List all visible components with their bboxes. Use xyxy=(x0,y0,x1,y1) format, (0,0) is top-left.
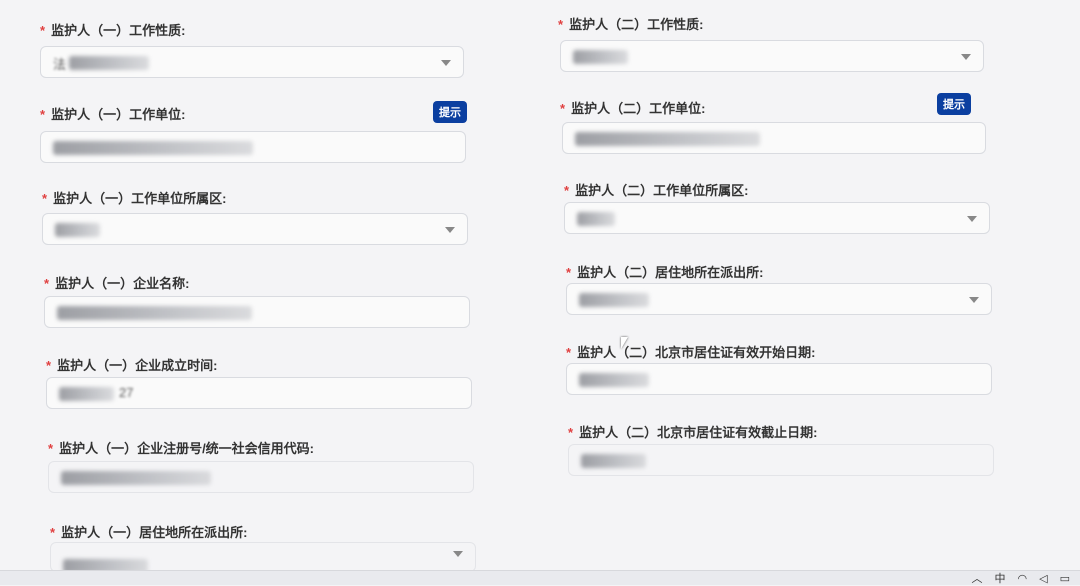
field-label: * 监护人（二）工作性质: xyxy=(558,17,704,32)
field-label: * 监护人（二）工作单位所属区: xyxy=(564,183,749,198)
required-asterisk: * xyxy=(40,23,46,38)
field-label: * 监护人（二）北京市居住证有效截止日期: xyxy=(568,425,818,440)
police-station-select-1[interactable] xyxy=(50,542,476,573)
residence-permit-start-date-input[interactable] xyxy=(566,363,992,395)
ime-indicator[interactable]: 中 xyxy=(995,570,1006,586)
chevron-down-icon xyxy=(453,551,463,557)
police-station-select-2[interactable] xyxy=(566,283,992,315)
wifi-icon[interactable]: ◠ xyxy=(1018,572,1028,585)
work-nature-select-1[interactable]: 法 xyxy=(40,46,464,78)
company-founded-date-input-1[interactable]: 27 xyxy=(46,377,472,409)
field-label: * 监护人（二）北京市居住证有效开始日期: xyxy=(566,345,816,360)
field-label: * 监护人（一）工作单位所属区: xyxy=(42,191,227,206)
taskbar: ︿ 中 ◠ ◁ ▭ xyxy=(0,570,1080,585)
field-label: * 监护人（一）企业成立时间: xyxy=(46,358,218,373)
chevron-down-icon xyxy=(967,216,977,222)
work-nature-select-2[interactable] xyxy=(560,40,984,72)
field-label: * 监护人（一）工作性质: xyxy=(40,23,186,38)
field-label: * 监护人（一）企业注册号/统一社会信用代码: xyxy=(48,441,315,456)
hint-button-1[interactable]: 提示 xyxy=(433,101,467,123)
system-tray: ︿ 中 ◠ ◁ ▭ xyxy=(972,570,1070,586)
chevron-down-icon xyxy=(969,297,979,303)
company-name-input-1[interactable] xyxy=(44,296,470,328)
residence-permit-end-date-input[interactable] xyxy=(568,444,994,476)
work-district-select-2[interactable] xyxy=(564,202,990,234)
field-label: * 监护人（一）企业名称: xyxy=(44,276,190,291)
field-label: * 监护人（一）工作单位: xyxy=(40,107,186,122)
work-district-select-1[interactable] xyxy=(42,213,468,245)
chevron-down-icon xyxy=(445,227,455,233)
work-unit-input-1[interactable] xyxy=(40,131,466,163)
field-label: * 监护人（二）居住地所在派出所: xyxy=(566,265,764,280)
battery-icon[interactable]: ▭ xyxy=(1060,572,1070,585)
speaker-icon[interactable]: ◁ xyxy=(1039,572,1047,585)
chevron-down-icon xyxy=(441,60,451,66)
up-arrow-icon[interactable]: ︿ xyxy=(972,570,983,586)
work-unit-input-2[interactable] xyxy=(562,122,986,154)
mouse-cursor-icon xyxy=(621,337,628,349)
hint-button-2[interactable]: 提示 xyxy=(937,93,971,115)
field-label: * 监护人（一）居住地所在派出所: xyxy=(50,525,248,540)
field-label: * 监护人（二）工作单位: xyxy=(560,101,706,116)
company-credit-code-input-1[interactable] xyxy=(48,461,474,493)
chevron-down-icon xyxy=(961,54,971,60)
